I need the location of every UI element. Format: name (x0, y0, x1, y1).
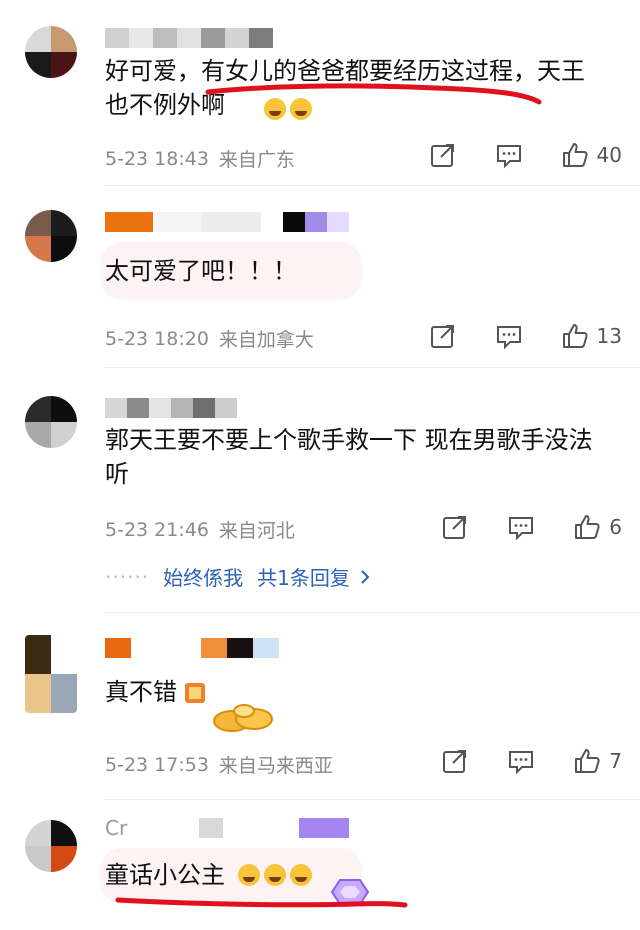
comment-date: 5-23 21:46 (105, 518, 209, 541)
comment-button[interactable] (507, 513, 535, 541)
avatar[interactable] (25, 26, 77, 78)
avatar[interactable] (25, 210, 77, 262)
avatar[interactable] (25, 820, 77, 872)
comment-meta: 5-23 17:53 来自马来西亚 (105, 751, 333, 778)
username-redacted[interactable] (105, 212, 349, 232)
like-count: 7 (609, 749, 622, 773)
comment-location: 来自马来西亚 (218, 755, 333, 777)
comment-actions: 7 (403, 747, 622, 775)
reply-preview[interactable]: ······ 始终係我 共1条回复 (105, 562, 374, 591)
comment-date: 5-23 18:20 (105, 327, 209, 350)
comment-actions: 6 (403, 513, 622, 541)
comment-4: 真不错 5-23 17:53 来自马来西亚 7 (0, 613, 640, 798)
thumbs-up-icon (575, 515, 600, 539)
comment-location: 来自河北 (218, 520, 295, 542)
share-button[interactable] (429, 141, 457, 169)
reply-username[interactable]: 始终係我 (163, 562, 243, 591)
like-button[interactable]: 13 (561, 322, 622, 350)
share-button[interactable] (441, 513, 469, 541)
hot-face-emoji-icon (238, 864, 260, 886)
comment-meta: 5-23 18:43 来自广东 (105, 145, 295, 172)
share-icon (443, 750, 467, 773)
like-count: 13 (596, 324, 622, 348)
red-underline-annotation (115, 897, 408, 908)
comment-1: 好可爱，有女儿的爸爸都要经历这过程，天王也不例外啊 5-23 18:43 来自广… (0, 0, 640, 185)
like-button[interactable]: 7 (573, 747, 622, 775)
like-count: 40 (596, 143, 622, 167)
sticker-fortune-icon (185, 683, 205, 703)
comment-3: 郭天王要不要上个歌手救一下 现在男歌手没法听 5-23 21:46 来自河北 6… (0, 368, 640, 611)
comment-date: 5-23 18:43 (105, 147, 209, 170)
comment-button[interactable] (495, 141, 523, 169)
share-button[interactable] (441, 747, 469, 775)
share-icon (430, 144, 454, 167)
comment-meta: 5-23 18:20 来自加拿大 (105, 325, 314, 352)
like-button[interactable]: 40 (561, 141, 622, 169)
sticker-gold-coins-icon (213, 704, 273, 732)
comment-5: Cr 童话小公主 (0, 800, 640, 930)
share-icon (430, 325, 454, 348)
username-partial: Cr (105, 816, 128, 840)
comment-date: 5-23 17:53 (105, 753, 209, 776)
comment-actions: 40 (391, 141, 622, 169)
comment-location: 来自加拿大 (218, 329, 314, 351)
reply-dots: ······ (105, 564, 150, 589)
hot-face-emoji-icon (290, 864, 312, 886)
like-count: 6 (609, 515, 622, 539)
red-underline-annotation (205, 83, 542, 105)
comment-text: 真不错 (105, 678, 177, 706)
thumbs-up-icon (575, 749, 600, 773)
comment-icon (496, 145, 521, 169)
comment-text: 郭天王要不要上个歌手救一下 现在男歌手没法听 (105, 426, 593, 488)
share-icon (443, 516, 467, 539)
comment-icon (509, 751, 534, 775)
thumbs-up-icon (562, 324, 588, 348)
share-button[interactable] (429, 322, 457, 350)
thumbs-up-icon (562, 143, 588, 167)
chevron-right-icon (361, 569, 370, 584)
avatar[interactable] (25, 635, 77, 713)
comment-button[interactable] (495, 322, 523, 350)
like-button[interactable]: 6 (573, 513, 622, 541)
comment-location: 来自广东 (218, 149, 295, 171)
avatar[interactable] (25, 396, 77, 448)
reply-count[interactable]: 共1条回复 (257, 562, 350, 591)
username-redacted[interactable] (105, 28, 273, 48)
username-redacted[interactable] (105, 398, 237, 418)
hot-face-emoji-icon (264, 864, 286, 886)
comment-2: 太可爱了吧！！！ 5-23 18:20 来自加拿大 13 (0, 186, 640, 366)
comment-meta: 5-23 21:46 来自河北 (105, 516, 295, 543)
comment-text: 太可爱了吧！！！ (105, 257, 297, 285)
username[interactable]: Cr (105, 816, 350, 840)
username-redacted[interactable] (105, 638, 279, 658)
comment-icon (509, 517, 534, 541)
comment-icon (496, 326, 521, 350)
comment-actions: 13 (391, 322, 622, 350)
comment-button[interactable] (507, 747, 535, 775)
